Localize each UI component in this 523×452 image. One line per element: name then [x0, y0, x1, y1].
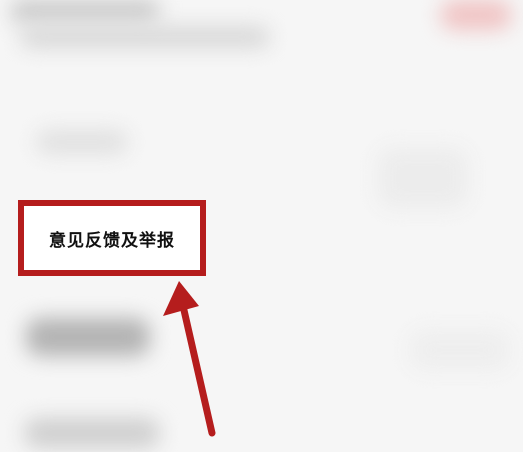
- annotation-arrow-icon: [163, 281, 216, 437]
